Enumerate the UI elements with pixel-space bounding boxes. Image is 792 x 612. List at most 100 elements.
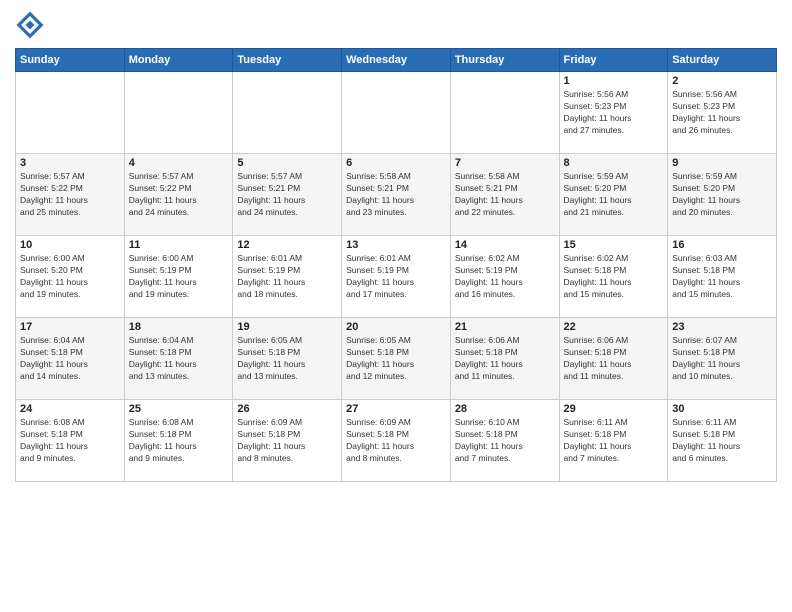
- day-number: 29: [564, 403, 664, 415]
- calendar-cell: 20 Sunrise: 6:05 AM Sunset: 5:18 PM Dayli…: [342, 318, 451, 400]
- day-number: 10: [20, 239, 120, 251]
- day-number: 13: [346, 239, 446, 251]
- calendar-cell: 12 Sunrise: 6:01 AM Sunset: 5:19 PM Dayli…: [233, 236, 342, 318]
- calendar-cell: [233, 72, 342, 154]
- calendar-cell: [124, 72, 233, 154]
- day-number: 20: [346, 321, 446, 333]
- day-info: Sunrise: 6:04 AM Sunset: 5:18 PM Dayligh…: [129, 335, 229, 383]
- calendar-week-row: 1 Sunrise: 5:56 AM Sunset: 5:23 PM Daylig…: [16, 72, 777, 154]
- calendar-cell: 14Sunrise: 6:02 AM Sunset: 5:19 PM Dayli…: [450, 236, 559, 318]
- day-number: 16: [672, 239, 772, 251]
- day-info: Sunrise: 6:04 AM Sunset: 5:18 PM Dayligh…: [20, 335, 120, 383]
- weekday-header-tuesday: Tuesday: [233, 49, 342, 72]
- calendar-header-row: SundayMondayTuesdayWednesdayThursdayFrid…: [16, 49, 777, 72]
- day-info: Sunrise: 6:00 AM Sunset: 5:20 PM Dayligh…: [20, 253, 120, 301]
- day-info: Sunrise: 5:57 AM Sunset: 5:22 PM Dayligh…: [129, 171, 229, 219]
- calendar-cell: 25 Sunrise: 6:08 AM Sunset: 5:18 PM Dayli…: [124, 400, 233, 482]
- calendar-cell: 19 Sunrise: 6:05 AM Sunset: 5:18 PM Dayli…: [233, 318, 342, 400]
- calendar-cell: 30 Sunrise: 6:11 AM Sunset: 5:18 PM Dayli…: [668, 400, 777, 482]
- day-info: Sunrise: 6:11 AM Sunset: 5:18 PM Dayligh…: [564, 417, 664, 465]
- day-info: Sunrise: 6:09 AM Sunset: 5:18 PM Dayligh…: [346, 417, 446, 465]
- day-info: Sunrise: 6:05 AM Sunset: 5:18 PM Dayligh…: [237, 335, 337, 383]
- logo: [15, 10, 49, 40]
- weekday-header-sunday: Sunday: [16, 49, 125, 72]
- day-number: 3: [20, 157, 120, 169]
- day-number: 15: [564, 239, 664, 251]
- day-info: Sunrise: 6:00 AM Sunset: 5:19 PM Dayligh…: [129, 253, 229, 301]
- day-number: 9: [672, 157, 772, 169]
- weekday-header-friday: Friday: [559, 49, 668, 72]
- calendar-cell: [342, 72, 451, 154]
- day-number: 25: [129, 403, 229, 415]
- day-info: Sunrise: 5:58 AM Sunset: 5:21 PM Dayligh…: [346, 171, 446, 219]
- calendar-cell: 26 Sunrise: 6:09 AM Sunset: 5:18 PM Dayli…: [233, 400, 342, 482]
- header: [15, 10, 777, 40]
- day-info: Sunrise: 6:09 AM Sunset: 5:18 PM Dayligh…: [237, 417, 337, 465]
- calendar-cell: 11 Sunrise: 6:00 AM Sunset: 5:19 PM Dayli…: [124, 236, 233, 318]
- calendar-cell: [450, 72, 559, 154]
- calendar-cell: 7Sunrise: 5:58 AM Sunset: 5:21 PM Daylig…: [450, 154, 559, 236]
- day-number: 22: [564, 321, 664, 333]
- calendar-cell: 1 Sunrise: 5:56 AM Sunset: 5:23 PM Daylig…: [559, 72, 668, 154]
- calendar-cell: 27 Sunrise: 6:09 AM Sunset: 5:18 PM Dayli…: [342, 400, 451, 482]
- logo-icon: [15, 10, 45, 40]
- day-info: Sunrise: 5:57 AM Sunset: 5:22 PM Dayligh…: [20, 171, 120, 219]
- calendar-cell: 9Sunrise: 5:59 AM Sunset: 5:20 PM Daylig…: [668, 154, 777, 236]
- calendar-cell: 28 Sunrise: 6:10 AM Sunset: 5:18 PM Dayli…: [450, 400, 559, 482]
- day-number: 2: [672, 75, 772, 87]
- calendar-cell: 16 Sunrise: 6:03 AM Sunset: 5:18 PM Dayli…: [668, 236, 777, 318]
- calendar-cell: 23 Sunrise: 6:07 AM Sunset: 5:18 PM Dayli…: [668, 318, 777, 400]
- calendar-week-row: 3 Sunrise: 5:57 AM Sunset: 5:22 PM Daylig…: [16, 154, 777, 236]
- day-number: 5: [237, 157, 337, 169]
- day-number: 27: [346, 403, 446, 415]
- weekday-header-saturday: Saturday: [668, 49, 777, 72]
- day-number: 11: [129, 239, 229, 251]
- calendar-cell: 8 Sunrise: 5:59 AM Sunset: 5:20 PM Daylig…: [559, 154, 668, 236]
- calendar-week-row: 24 Sunrise: 6:08 AM Sunset: 5:18 PM Dayli…: [16, 400, 777, 482]
- day-number: 26: [237, 403, 337, 415]
- calendar-cell: 5 Sunrise: 5:57 AM Sunset: 5:21 PM Daylig…: [233, 154, 342, 236]
- day-number: 1: [564, 75, 664, 87]
- day-number: 24: [20, 403, 120, 415]
- day-number: 8: [564, 157, 664, 169]
- day-number: 21: [455, 321, 555, 333]
- day-number: 6: [346, 157, 446, 169]
- day-info: Sunrise: 6:05 AM Sunset: 5:18 PM Dayligh…: [346, 335, 446, 383]
- day-info: Sunrise: 6:06 AM Sunset: 5:18 PM Dayligh…: [564, 335, 664, 383]
- day-number: 19: [237, 321, 337, 333]
- day-number: 18: [129, 321, 229, 333]
- day-number: 30: [672, 403, 772, 415]
- calendar-table: SundayMondayTuesdayWednesdayThursdayFrid…: [15, 48, 777, 482]
- calendar-cell: 10 Sunrise: 6:00 AM Sunset: 5:20 PM Dayli…: [16, 236, 125, 318]
- calendar-week-row: 10 Sunrise: 6:00 AM Sunset: 5:20 PM Dayli…: [16, 236, 777, 318]
- day-info: Sunrise: 6:11 AM Sunset: 5:18 PM Dayligh…: [672, 417, 772, 465]
- day-info: Sunrise: 5:57 AM Sunset: 5:21 PM Dayligh…: [237, 171, 337, 219]
- calendar-cell: 3 Sunrise: 5:57 AM Sunset: 5:22 PM Daylig…: [16, 154, 125, 236]
- day-number: 23: [672, 321, 772, 333]
- calendar-week-row: 17Sunrise: 6:04 AM Sunset: 5:18 PM Dayli…: [16, 318, 777, 400]
- weekday-header-wednesday: Wednesday: [342, 49, 451, 72]
- day-info: Sunrise: 6:02 AM Sunset: 5:18 PM Dayligh…: [564, 253, 664, 301]
- calendar-cell: [16, 72, 125, 154]
- calendar-cell: 15 Sunrise: 6:02 AM Sunset: 5:18 PM Dayli…: [559, 236, 668, 318]
- day-info: Sunrise: 5:59 AM Sunset: 5:20 PM Dayligh…: [564, 171, 664, 219]
- day-number: 12: [237, 239, 337, 251]
- calendar-cell: 24Sunrise: 6:08 AM Sunset: 5:18 PM Dayli…: [16, 400, 125, 482]
- day-info: Sunrise: 6:07 AM Sunset: 5:18 PM Dayligh…: [672, 335, 772, 383]
- day-number: 28: [455, 403, 555, 415]
- day-info: Sunrise: 5:56 AM Sunset: 5:23 PM Dayligh…: [564, 89, 664, 137]
- day-info: Sunrise: 6:10 AM Sunset: 5:18 PM Dayligh…: [455, 417, 555, 465]
- calendar-cell: 17Sunrise: 6:04 AM Sunset: 5:18 PM Dayli…: [16, 318, 125, 400]
- day-info: Sunrise: 6:01 AM Sunset: 5:19 PM Dayligh…: [237, 253, 337, 301]
- calendar-cell: 2Sunrise: 5:56 AM Sunset: 5:23 PM Daylig…: [668, 72, 777, 154]
- day-info: Sunrise: 6:02 AM Sunset: 5:19 PM Dayligh…: [455, 253, 555, 301]
- day-info: Sunrise: 6:01 AM Sunset: 5:19 PM Dayligh…: [346, 253, 446, 301]
- calendar-cell: 21Sunrise: 6:06 AM Sunset: 5:18 PM Dayli…: [450, 318, 559, 400]
- day-number: 4: [129, 157, 229, 169]
- calendar-cell: 22 Sunrise: 6:06 AM Sunset: 5:18 PM Dayli…: [559, 318, 668, 400]
- calendar-cell: 29 Sunrise: 6:11 AM Sunset: 5:18 PM Dayli…: [559, 400, 668, 482]
- day-info: Sunrise: 6:03 AM Sunset: 5:18 PM Dayligh…: [672, 253, 772, 301]
- weekday-header-thursday: Thursday: [450, 49, 559, 72]
- calendar-cell: 6 Sunrise: 5:58 AM Sunset: 5:21 PM Daylig…: [342, 154, 451, 236]
- day-info: Sunrise: 6:08 AM Sunset: 5:18 PM Dayligh…: [129, 417, 229, 465]
